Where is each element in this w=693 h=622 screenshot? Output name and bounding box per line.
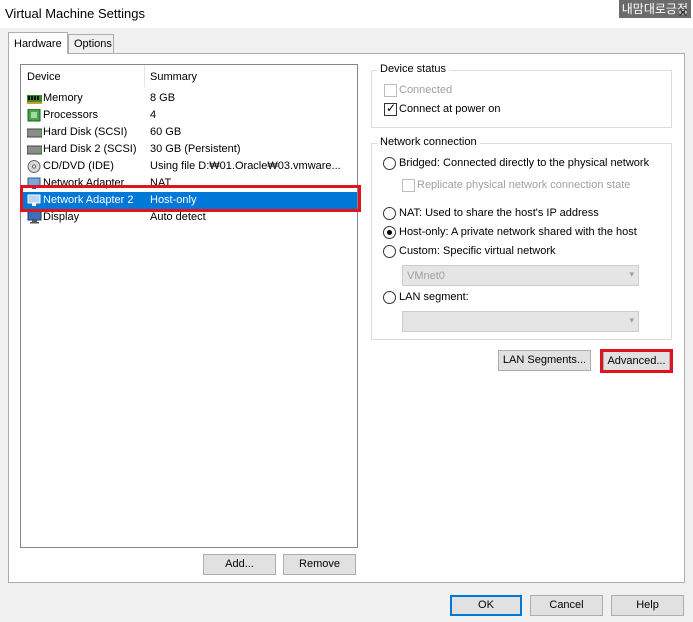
help-button[interactable]: Help (611, 595, 684, 616)
device-summary: Using file D:₩01.Oracle₩03.vmware... (150, 160, 341, 172)
highlight-box-network-adapter-2 (20, 185, 361, 212)
title-bar: Virtual Machine Settings 내맘대로긍정 ✕ (0, 0, 693, 28)
tab-hardware[interactable]: Hardware (8, 32, 68, 54)
connected-checkbox[interactable] (384, 84, 397, 97)
custom-radio[interactable] (383, 245, 396, 258)
replicate-label: Replicate physical network connection st… (417, 179, 631, 191)
device-summary: 4 (150, 109, 157, 121)
radio-selected-dot (387, 230, 392, 235)
nat-radio[interactable] (383, 207, 396, 220)
add-button[interactable]: Add... (203, 554, 276, 575)
ok-button[interactable]: OK (450, 595, 522, 616)
remove-button[interactable]: Remove (283, 554, 356, 575)
vmnet-dropdown[interactable]: VMnet0 ▾ (402, 265, 639, 286)
network-connection-title: Network connection (377, 136, 480, 148)
bridged-label: Bridged: Connected directly to the physi… (399, 157, 650, 169)
device-status-group: Device status Connected ✓ Connect at pow… (371, 63, 672, 128)
lan-segments-button[interactable]: LAN Segments... (498, 350, 591, 371)
device-name: Memory (43, 92, 83, 104)
column-divider[interactable] (144, 65, 145, 87)
host-only-radio[interactable] (383, 226, 396, 239)
close-icon[interactable]: ✕ (677, 6, 689, 20)
network-connection-group: Network connection Bridged: Connected di… (371, 136, 672, 340)
column-header-summary[interactable]: Summary (150, 71, 197, 83)
window-title: Virtual Machine Settings (5, 6, 145, 21)
device-name: Processors (43, 109, 99, 121)
device-list-header: Device Summary (21, 65, 357, 87)
device-row-processors[interactable]: Processors 4 (21, 107, 357, 124)
lan-segment-radio[interactable] (383, 291, 396, 304)
checkmark-icon: ✓ (385, 101, 397, 115)
connect-at-power-on-label: Connect at power on (399, 103, 501, 115)
nat-label: NAT: Used to share the host's IP address (399, 207, 599, 219)
lan-segment-label: LAN segment: (399, 291, 469, 303)
highlight-box-advanced (600, 349, 673, 373)
tab-options[interactable]: Options (68, 34, 114, 55)
device-status-title: Device status (377, 63, 450, 75)
device-summary: 60 GB (150, 126, 182, 138)
processor-icon (27, 109, 41, 122)
replicate-checkbox[interactable] (402, 179, 415, 192)
device-list[interactable]: Device Summary Memory 8 GB Processors 4 … (20, 64, 358, 548)
host-only-label: Host-only: A private network shared with… (399, 226, 637, 238)
display-icon (27, 211, 42, 224)
chevron-down-icon: ▾ (629, 315, 634, 325)
custom-label: Custom: Specific virtual network (399, 245, 556, 257)
device-summary: 8 GB (150, 92, 176, 104)
device-row-hard-disk[interactable]: Hard Disk (SCSI) 60 GB (21, 124, 357, 141)
device-name: Hard Disk 2 (SCSI) (43, 143, 137, 155)
vmnet-value: VMnet0 (407, 270, 445, 282)
chevron-down-icon: ▾ (629, 269, 634, 279)
device-summary: 30 GB (Persistent) (150, 143, 241, 155)
hard-disk-icon (27, 145, 42, 155)
cancel-button[interactable]: Cancel (530, 595, 603, 616)
column-header-device[interactable]: Device (27, 71, 61, 83)
device-name: CD/DVD (IDE) (43, 160, 114, 172)
cd-dvd-icon (27, 160, 41, 173)
bridged-radio[interactable] (383, 157, 396, 170)
lan-segment-dropdown[interactable]: ▾ (402, 311, 639, 332)
connect-at-power-on-checkbox[interactable]: ✓ (384, 101, 397, 116)
device-row-cd-dvd[interactable]: CD/DVD (IDE) Using file D:₩01.Oracle₩03.… (21, 158, 357, 175)
connected-label: Connected (399, 84, 453, 96)
memory-icon (27, 95, 42, 104)
device-name: Hard Disk (SCSI) (43, 126, 128, 138)
device-row-memory[interactable]: Memory 8 GB (21, 90, 357, 107)
device-row-hard-disk-2[interactable]: Hard Disk 2 (SCSI) 30 GB (Persistent) (21, 141, 357, 158)
hard-disk-icon (27, 128, 42, 138)
